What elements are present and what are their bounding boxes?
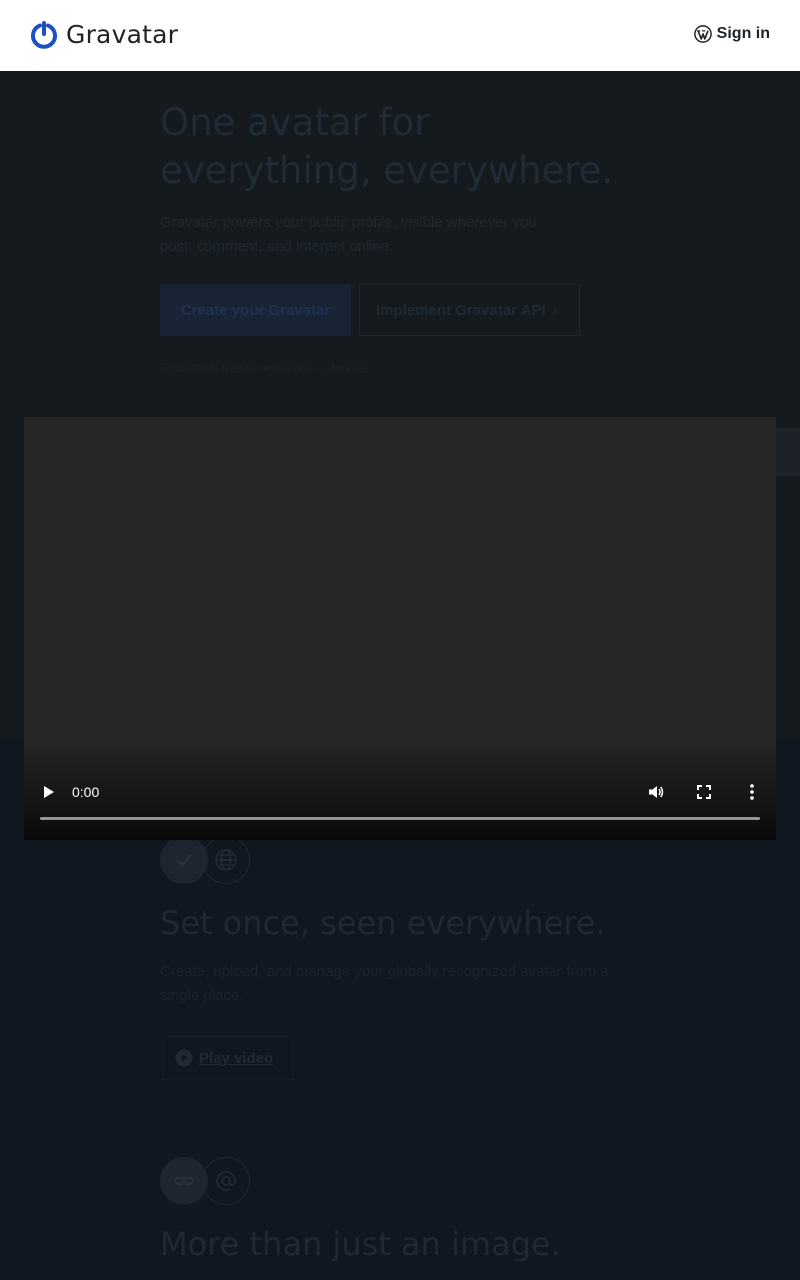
gravatar-logo-icon	[31, 20, 57, 49]
play-video-button[interactable]: Play video	[162, 1036, 294, 1080]
sign-in-button[interactable]: Sign in	[693, 25, 770, 43]
implement-api-button[interactable]: Implement Gravatar API ›	[359, 284, 580, 336]
play-circle-icon	[175, 1049, 193, 1067]
wordpress-icon	[693, 25, 712, 43]
hero-subtitle: Gravatar powers your public profile, vis…	[160, 214, 537, 255]
video-current-time: 0:00	[72, 784, 100, 800]
feature-title: More than just an image.	[160, 1225, 561, 1263]
hero-note: Gravatar is free for everyone — forever.	[160, 361, 372, 375]
video-player[interactable]: 0:00	[24, 417, 776, 840]
more-options-icon[interactable]	[742, 782, 762, 802]
feature-icons	[160, 1157, 250, 1205]
feature-text: Create, upload, and manage your globally…	[160, 963, 609, 1004]
feature-title: Set once, seen everywhere.	[160, 904, 606, 942]
gravatar-logo[interactable]: Gravatar	[30, 20, 178, 49]
link-icon	[160, 1157, 208, 1205]
video-progress-bar[interactable]	[40, 817, 760, 820]
hero-side-strip	[776, 428, 800, 476]
fullscreen-icon[interactable]	[694, 782, 714, 802]
chevron-right-icon: ›	[551, 301, 557, 319]
logo-text: Gravatar	[66, 20, 179, 49]
create-gravatar-button[interactable]: Create your Gravatar	[160, 284, 351, 336]
implement-api-label: Implement Gravatar API	[376, 301, 546, 319]
volume-icon[interactable]	[646, 782, 666, 802]
at-sign-icon	[202, 1157, 250, 1205]
sign-in-label: Sign in	[716, 25, 770, 42]
feature-icons	[160, 836, 250, 884]
globe-icon	[202, 836, 250, 884]
play-icon[interactable]	[38, 782, 58, 802]
check-icon	[160, 836, 208, 884]
play-video-label: Play video	[199, 1049, 274, 1067]
hero-title: One avatar for everything, everywhere.	[160, 101, 614, 192]
top-bar: Gravatar Sign in	[0, 0, 800, 71]
